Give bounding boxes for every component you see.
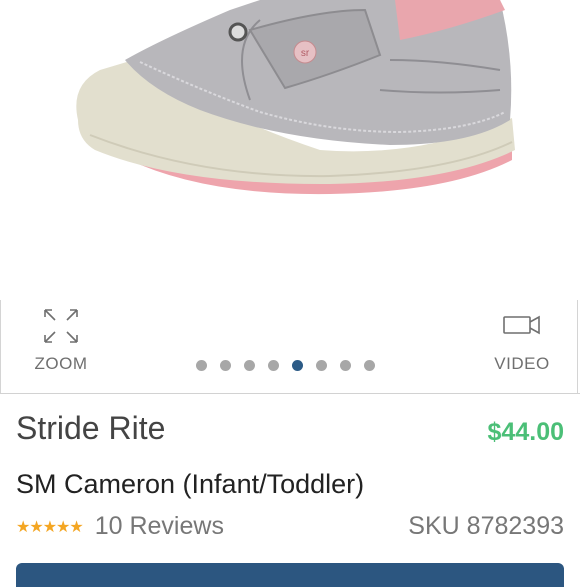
product-name: SM Cameron (Infant/Toddler) <box>16 469 365 499</box>
brand-name[interactable]: Stride Rite <box>16 410 165 447</box>
pagination-dot[interactable] <box>244 360 255 371</box>
sku-value: 8782393 <box>466 512 564 540</box>
pagination-dot[interactable] <box>364 360 375 371</box>
pagination-dot[interactable] <box>292 360 303 371</box>
video-label: VIDEO <box>494 354 550 373</box>
pagination-dot[interactable] <box>316 360 327 371</box>
zoom-button[interactable]: ZOOM <box>30 306 92 374</box>
rating-row[interactable]: ★★★★★ 10 Reviews <box>16 512 224 541</box>
pagination-dot[interactable] <box>268 360 279 371</box>
price: $44.00 <box>487 418 564 446</box>
product-image[interactable]: sr <box>0 0 580 300</box>
pagination-dot[interactable] <box>196 360 207 371</box>
zoom-label: ZOOM <box>34 354 88 373</box>
reviews-link[interactable]: 10 Reviews <box>95 512 224 541</box>
shoe-image: sr <box>76 0 515 195</box>
add-to-bag-button[interactable] <box>16 563 564 587</box>
sku: SKU 8782393 <box>408 512 564 541</box>
gallery-pagination <box>196 360 375 371</box>
sku-label: SKU <box>408 512 460 540</box>
expand-icon <box>44 309 78 343</box>
pagination-dot[interactable] <box>220 360 231 371</box>
pagination-dot[interactable] <box>340 360 351 371</box>
product-info: Stride Rite $44.00 SM Cameron (Infant/To… <box>0 394 580 587</box>
video-button[interactable]: VIDEO <box>490 312 554 374</box>
svg-text:sr: sr <box>301 48 310 59</box>
video-camera-icon <box>503 315 540 335</box>
star-rating-icon: ★★★★★ <box>16 518 84 536</box>
